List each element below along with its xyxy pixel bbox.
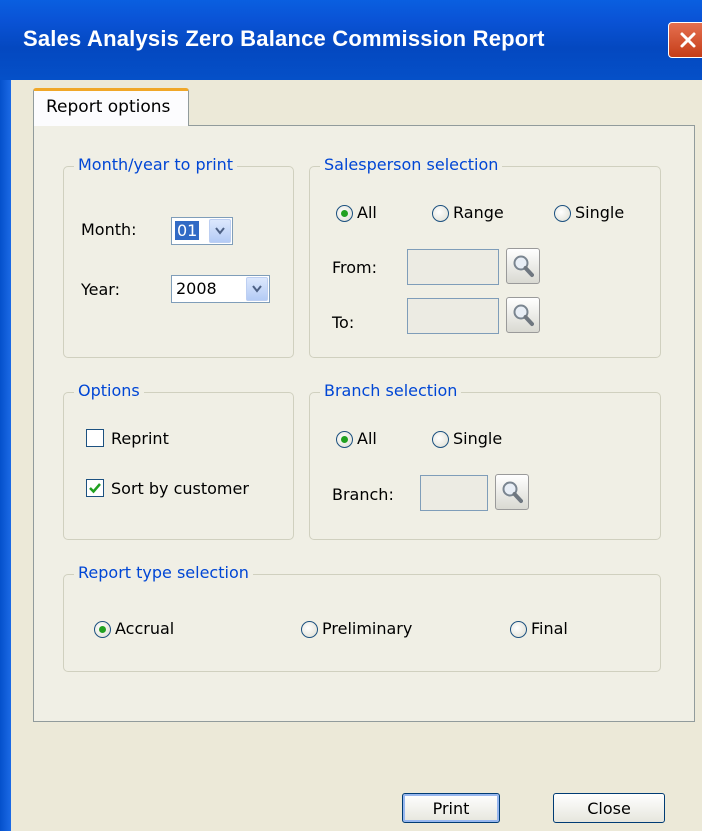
print-button[interactable]: Print (402, 793, 500, 823)
report-final-radio[interactable] (510, 621, 527, 638)
branch-all-label: All (357, 429, 377, 448)
tab-report-options[interactable]: Report options (33, 88, 189, 126)
month-value: 01 (175, 221, 200, 240)
branch-all-radio[interactable] (336, 431, 353, 448)
chevron-down-icon (215, 227, 225, 235)
options-group: Options Reprint Sort by customer (63, 381, 294, 540)
branch-input[interactable] (420, 475, 488, 511)
salesperson-legend: Salesperson selection (320, 155, 503, 174)
report-preliminary-radio[interactable] (301, 621, 318, 638)
salesperson-range-label: Range (453, 203, 504, 222)
salesperson-all-label: All (357, 203, 377, 222)
reprint-checkbox[interactable] (86, 429, 104, 447)
magnifier-icon (502, 481, 523, 503)
close-icon (680, 32, 696, 48)
year-dropdown-button[interactable] (246, 277, 268, 301)
report-preliminary-label: Preliminary (322, 619, 413, 638)
year-value: 2008 (176, 279, 217, 298)
options-legend: Options (74, 381, 144, 400)
salesperson-single-label: Single (575, 203, 625, 222)
sort-by-customer-checkbox[interactable] (86, 479, 104, 497)
year-label: Year: (81, 280, 120, 299)
title-bar[interactable]: Sales Analysis Zero Balance Commission R… (0, 0, 702, 80)
branch-legend: Branch selection (320, 381, 462, 400)
report-accrual-label: Accrual (115, 619, 175, 638)
from-input[interactable] (407, 249, 499, 285)
from-label: From: (332, 258, 378, 277)
close-button[interactable]: Close (553, 793, 665, 823)
branch-single-label: Single (453, 429, 503, 448)
month-year-legend: Month/year to print (74, 155, 238, 174)
magnifier-icon (513, 255, 534, 277)
branch-single-radio[interactable] (432, 431, 449, 448)
branch-group: Branch selection All Single Branch: (309, 381, 661, 540)
salesperson-range-radio[interactable] (432, 205, 449, 222)
month-year-group: Month/year to print Month: 01 Year: 2008 (63, 155, 294, 358)
report-final-label: Final (531, 619, 568, 638)
salesperson-single-radio[interactable] (554, 205, 571, 222)
branch-label: Branch: (332, 485, 394, 504)
tab-panel: Month/year to print Month: 01 Year: 2008… (33, 125, 695, 722)
month-select[interactable]: 01 (171, 217, 233, 245)
window-title: Sales Analysis Zero Balance Commission R… (23, 26, 545, 51)
year-select[interactable]: 2008 (171, 275, 270, 303)
chevron-down-icon (252, 285, 262, 293)
report-type-legend: Report type selection (74, 563, 253, 582)
month-dropdown-button[interactable] (209, 219, 231, 243)
sort-by-customer-label: Sort by customer (111, 479, 249, 498)
reprint-label: Reprint (111, 429, 169, 448)
magnifier-icon (513, 304, 534, 326)
checkmark-icon (89, 483, 101, 494)
salesperson-group: Salesperson selection All Range Single F… (309, 155, 661, 358)
branch-lookup-button[interactable] (495, 474, 529, 510)
report-accrual-radio[interactable] (94, 621, 111, 638)
tab-label: Report options (46, 97, 171, 117)
window-close-button[interactable] (668, 22, 702, 58)
dialog-window: Sales Analysis Zero Balance Commission R… (0, 0, 702, 831)
salesperson-all-radio[interactable] (336, 205, 353, 222)
from-lookup-button[interactable] (506, 248, 540, 284)
to-label: To: (332, 313, 355, 332)
month-label: Month: (81, 220, 137, 239)
to-input[interactable] (407, 298, 499, 334)
to-lookup-button[interactable] (506, 297, 540, 333)
report-type-group: Report type selection Accrual Preliminar… (63, 563, 661, 672)
window-border (0, 80, 11, 831)
